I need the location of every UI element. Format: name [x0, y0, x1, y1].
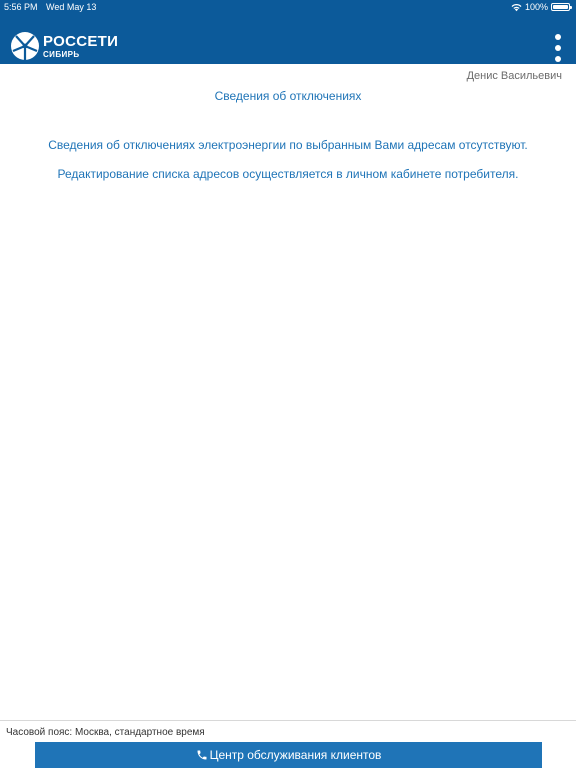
- status-time: 5:56 PM: [4, 2, 38, 12]
- logo-title: РОССЕТИ: [43, 32, 119, 50]
- phone-icon: [197, 750, 207, 760]
- edit-addresses-hint: Редактирование списка адресов осуществля…: [57, 167, 519, 181]
- status-indicators: 100%: [511, 0, 572, 14]
- battery-percent: 100%: [524, 2, 548, 12]
- app-screen: 5:56 PM Wed May 13 100% РОССЕТИ СИБИРЬ Д…: [0, 0, 576, 768]
- more-vertical-icon-dot: [555, 56, 561, 62]
- battery-icon: [551, 3, 572, 11]
- customer-service-button[interactable]: Центр обслуживания клиентов: [35, 742, 542, 768]
- page-title: Сведения об отключениях: [214, 89, 362, 103]
- status-date: Wed May 13: [46, 2, 97, 12]
- more-vertical-icon-dot: [555, 45, 561, 51]
- logo-text: РОССЕТИ СИБИРЬ: [43, 34, 118, 59]
- logo-subtitle: СИБИРЬ: [43, 49, 80, 59]
- app-bar: РОССЕТИ СИБИРЬ: [0, 14, 576, 64]
- more-vertical-icon: [555, 34, 561, 40]
- more-menu-button[interactable]: [550, 34, 566, 62]
- no-outages-message: Сведения об отключениях электроэнергии п…: [48, 138, 528, 152]
- user-name: Денис Васильевич: [466, 70, 562, 82]
- customer-service-label: Центр обслуживания клиентов: [209, 748, 382, 762]
- rosseti-logo: РОССЕТИ СИБИРЬ: [10, 31, 118, 61]
- timezone-label: Часовой пояс: Москва, стандартное время: [6, 727, 205, 738]
- footer-divider: [0, 720, 576, 721]
- status-bar: 5:56 PM Wed May 13 100%: [0, 0, 576, 14]
- logo-emblem-icon: [11, 32, 39, 60]
- wifi-icon: [511, 3, 522, 11]
